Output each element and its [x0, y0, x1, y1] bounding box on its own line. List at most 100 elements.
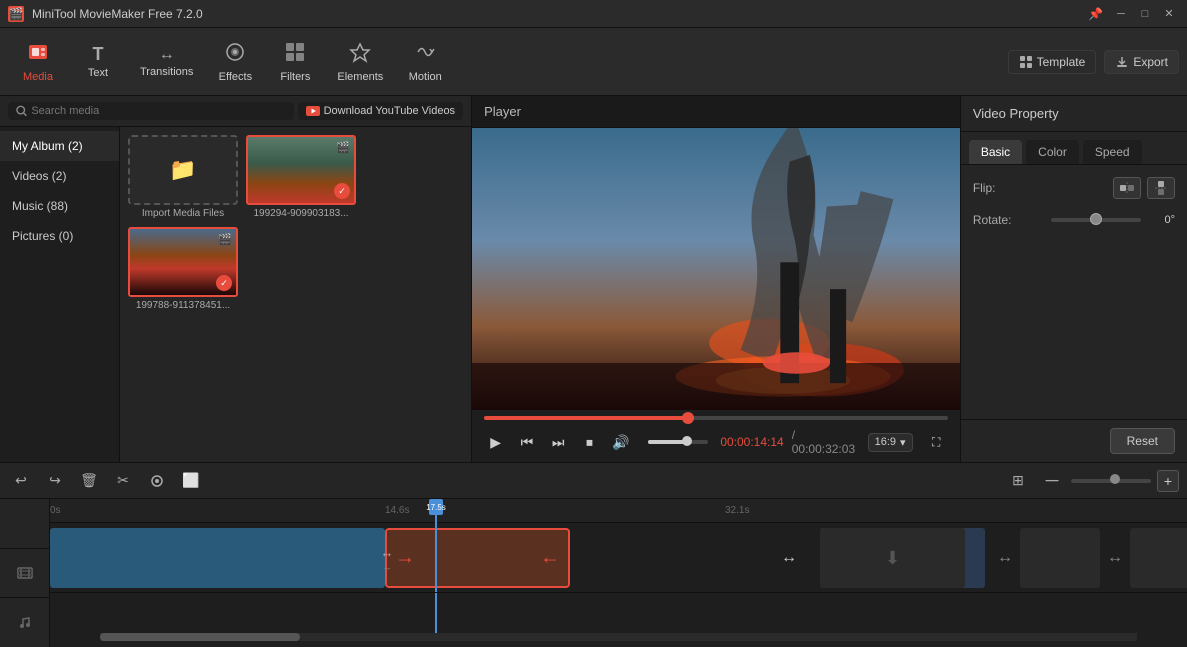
- tab-speed[interactable]: Speed: [1083, 140, 1142, 164]
- skip-forward-button[interactable]: ⏭: [547, 430, 570, 454]
- audio-track-icon[interactable]: [0, 598, 49, 647]
- sidebar-item-pictures[interactable]: Pictures (0): [0, 221, 119, 251]
- sidebar-list: My Album (2) Videos (2) Music (88) Pictu…: [0, 127, 120, 462]
- transitions-label: Transitions: [140, 66, 193, 78]
- template-button[interactable]: Template: [1008, 50, 1097, 74]
- volume-icon[interactable]: 🔊: [609, 430, 632, 454]
- player-panel: Player: [472, 96, 961, 462]
- youtube-icon: [306, 106, 320, 116]
- effects-icon: [224, 41, 246, 69]
- sidebar-item-label-pictures: Pictures (0): [12, 229, 73, 243]
- close-button[interactable]: ✕: [1159, 4, 1179, 24]
- volume-bar[interactable]: [648, 440, 708, 444]
- clip-placeholder[interactable]: ⬇: [820, 528, 965, 588]
- expand-left-arrow: ↔: [381, 545, 394, 560]
- sidebar-item-videos[interactable]: Videos (2): [0, 161, 119, 191]
- transfer-out-button[interactable]: ↔: [990, 528, 1020, 588]
- zoom-slider[interactable]: [1071, 479, 1151, 483]
- tab-basic[interactable]: Basic: [969, 140, 1022, 164]
- transfer-arrow-right: ↔: [781, 549, 797, 567]
- sidebar-item-my-album[interactable]: My Album (2): [0, 131, 119, 161]
- player-title: Player: [484, 104, 521, 119]
- main-area: Download YouTube Videos My Album (2) Vid…: [0, 96, 1187, 462]
- flip-vertical-button[interactable]: [1147, 177, 1175, 199]
- flip-controls: [1113, 177, 1175, 199]
- toolbar-transitions[interactable]: ↔ Transitions: [128, 42, 205, 82]
- download-youtube-button[interactable]: Download YouTube Videos: [298, 102, 464, 120]
- sidebar-item-label-my-album: My Album (2): [12, 139, 83, 153]
- toolbar-effects[interactable]: Effects: [205, 37, 265, 87]
- transitions-icon: ↔: [159, 46, 175, 64]
- playhead[interactable]: 17.5s: [435, 499, 437, 592]
- ruler-mark-0s: 0s: [50, 505, 61, 516]
- app-icon: 🎬: [8, 6, 24, 22]
- template-label: Template: [1037, 55, 1086, 69]
- aspect-dropdown-icon: ▾: [900, 436, 906, 449]
- player-header: Player: [472, 96, 960, 128]
- rotate-thumb: [1090, 213, 1102, 225]
- toolbar-filters[interactable]: Filters: [265, 37, 325, 87]
- search-input[interactable]: [31, 105, 285, 117]
- thumb-container-2[interactable]: 🎬 ✓: [128, 227, 238, 297]
- timeline-toolbar: ↩ ↪ 🗑 ✂ ⬜ ⊞ ─ +: [0, 463, 1187, 499]
- progress-thumb: [682, 412, 694, 424]
- video-frame: [472, 128, 960, 410]
- cut-button[interactable]: ✂: [110, 468, 136, 494]
- text-label: Text: [88, 67, 108, 79]
- flip-label: Flip:: [973, 181, 996, 195]
- fullscreen-button[interactable]: ⛶: [925, 430, 948, 454]
- aspect-ratio-select[interactable]: 16:9 ▾: [868, 433, 913, 452]
- stop-button[interactable]: ⏹: [578, 430, 601, 454]
- import-media-box[interactable]: 📁 Import Media Files: [128, 135, 238, 219]
- export-button[interactable]: Export: [1104, 50, 1179, 74]
- flip-row: Flip:: [973, 177, 1175, 199]
- audio-detach-button[interactable]: [144, 468, 170, 494]
- undo-button[interactable]: ↩: [8, 468, 34, 494]
- import-label: Import Media Files: [142, 208, 224, 219]
- volume-slider[interactable]: [648, 440, 708, 444]
- redo-button[interactable]: ↪: [42, 468, 68, 494]
- media-thumb-1[interactable]: 🎬 ✓ 199294-909903183...: [246, 135, 356, 219]
- ruler-corner: [0, 499, 49, 549]
- rotate-slider[interactable]: [1051, 218, 1141, 222]
- delete-button[interactable]: 🗑: [76, 468, 102, 494]
- toolbar-elements[interactable]: Elements: [325, 37, 395, 87]
- maximize-button[interactable]: □: [1135, 4, 1155, 24]
- progress-bar[interactable]: [484, 416, 948, 420]
- sidebar-item-music[interactable]: Music (88): [0, 191, 119, 221]
- clip-expand-handle[interactable]: ↔ ↔: [367, 528, 407, 588]
- reset-button[interactable]: Reset: [1110, 428, 1175, 454]
- skip-back-button[interactable]: ⏮: [515, 430, 538, 454]
- aspect-ratio-value: 16:9: [875, 436, 896, 448]
- thumb-container-1[interactable]: 🎬 ✓: [246, 135, 356, 205]
- video-track-icon-svg: [17, 565, 33, 581]
- reset-row: Reset: [961, 419, 1187, 462]
- crop-button[interactable]: ⬜: [178, 468, 204, 494]
- toolbar-media[interactable]: Media: [8, 37, 68, 87]
- minimize-button[interactable]: ─: [1111, 4, 1131, 24]
- toolbar-motion[interactable]: Motion: [395, 37, 455, 87]
- effects-label: Effects: [219, 71, 252, 83]
- empty-clip-slot[interactable]: [1020, 528, 1100, 588]
- video-badge-2: 🎬: [218, 233, 232, 246]
- scrollbar-thumb[interactable]: [100, 633, 300, 641]
- play-button[interactable]: ▶: [484, 430, 507, 454]
- clip-2[interactable]: → ←: [385, 528, 570, 588]
- zoom-out-button[interactable]: ─: [1039, 468, 1065, 494]
- video-track-icon[interactable]: [0, 549, 49, 599]
- clip-1[interactable]: [50, 528, 385, 588]
- media-thumb-2[interactable]: 🎬 ✓ 199788-911378451...: [128, 227, 238, 311]
- layout-button[interactable]: ⊞: [1005, 468, 1031, 494]
- flip-horizontal-button[interactable]: [1113, 177, 1141, 199]
- ruler-mark-32s: 32.1s: [725, 505, 749, 516]
- motion-label: Motion: [409, 71, 442, 83]
- import-box-container[interactable]: 📁: [128, 135, 238, 205]
- horizontal-scrollbar[interactable]: [100, 633, 1137, 641]
- filters-label: Filters: [280, 71, 310, 83]
- zoom-in-button[interactable]: +: [1157, 470, 1179, 492]
- toolbar-text[interactable]: T Text: [68, 40, 128, 83]
- tab-color[interactable]: Color: [1026, 140, 1079, 164]
- transfer-icon-right[interactable]: ↔: [774, 528, 804, 588]
- empty-clip-slot-2[interactable]: [1130, 528, 1187, 588]
- transfer-in2-button[interactable]: ↔: [1100, 528, 1130, 588]
